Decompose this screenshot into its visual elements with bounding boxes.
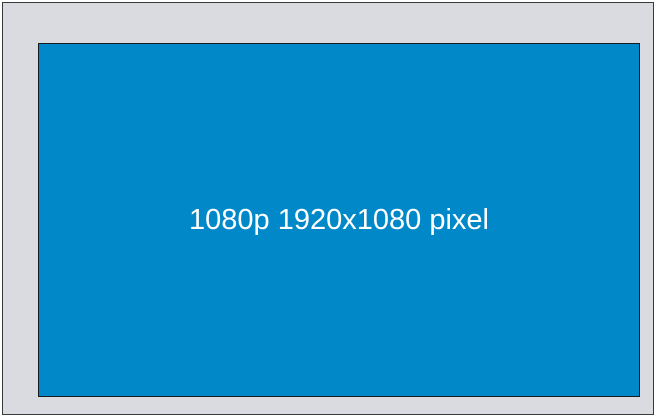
display-bezel: 1080p 1920x1080 pixel xyxy=(2,2,654,415)
display-screen-area: 1080p 1920x1080 pixel xyxy=(38,43,640,397)
resolution-label: 1080p 1920x1080 pixel xyxy=(189,203,489,236)
